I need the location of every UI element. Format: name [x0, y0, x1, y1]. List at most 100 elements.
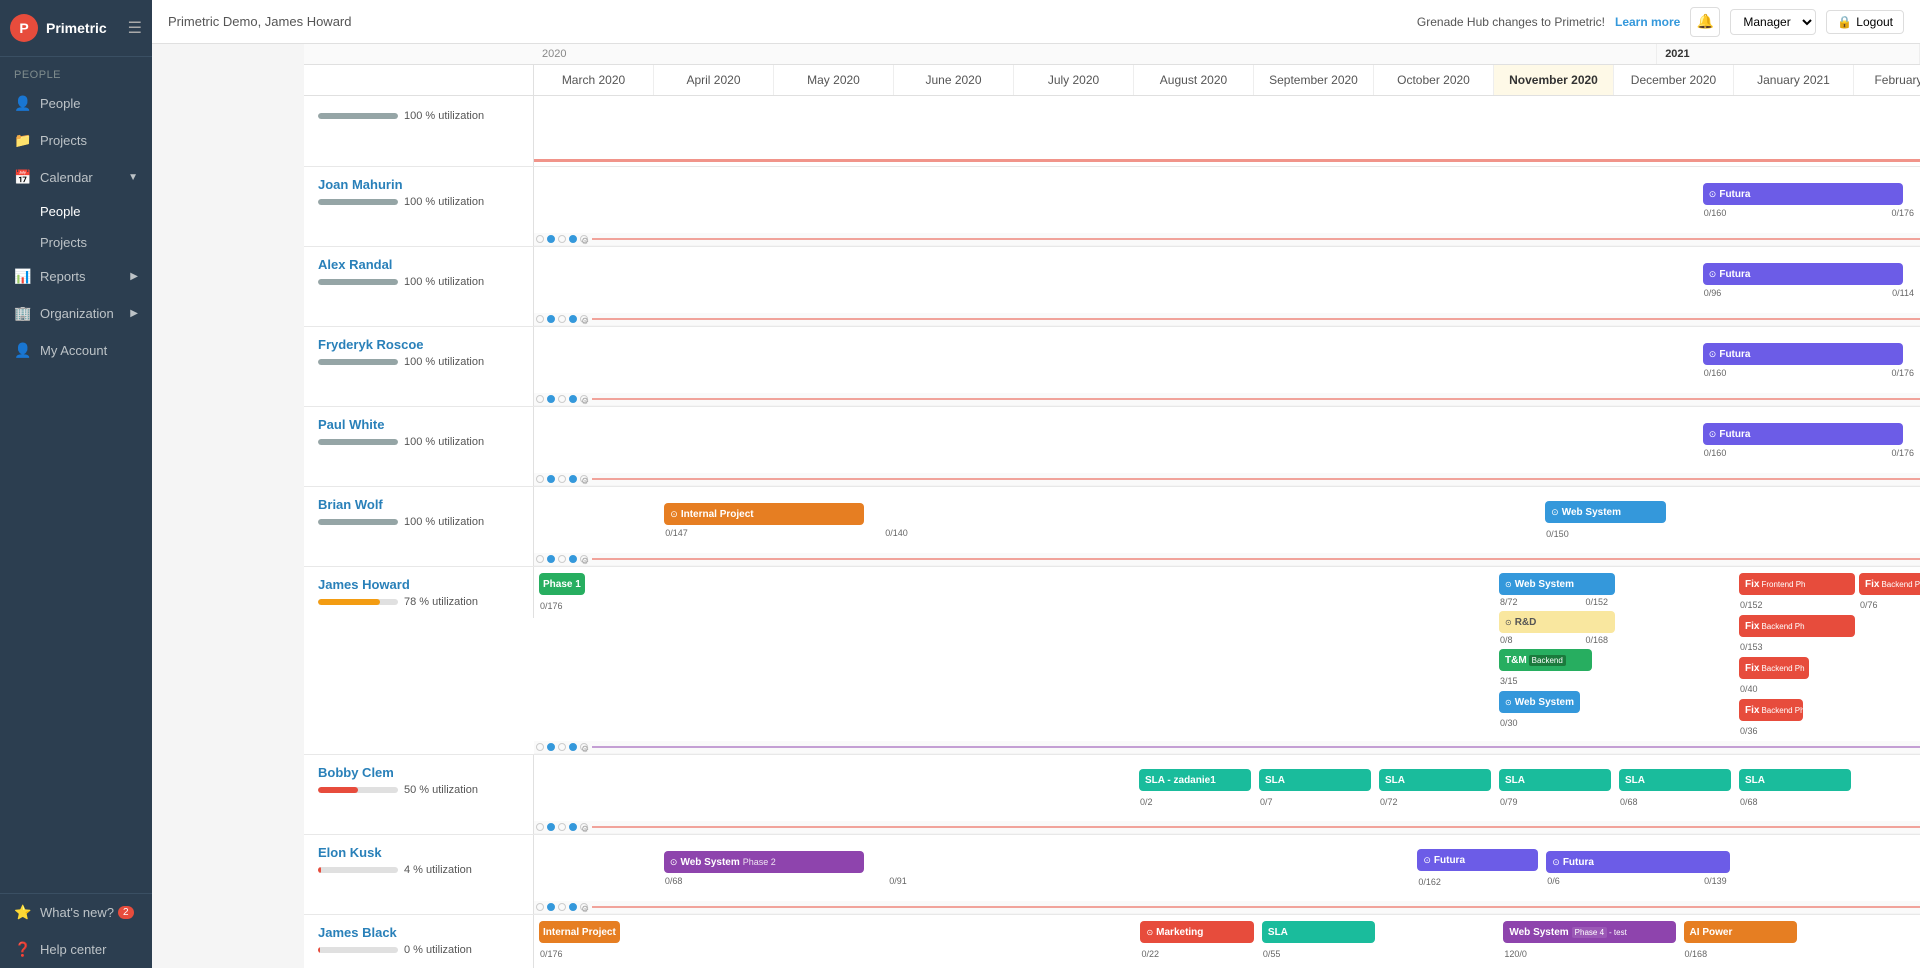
sidebar-item-projects-sub[interactable]: Projects — [0, 227, 152, 258]
organization-arrow-icon: ▶ — [130, 308, 138, 319]
person-row-james-black: James Black 0 % utilization Internal Pro… — [304, 915, 1920, 968]
manager-select[interactable]: Manager — [1730, 9, 1816, 35]
app-name: Primetric — [46, 20, 107, 36]
person-row-scrolled: 100 % utilization — [304, 96, 1920, 167]
person-info-elon-kusk: Elon Kusk 4 % utilization — [304, 835, 534, 914]
bar-brian-internal[interactable]: ⊙ Internal Project — [664, 503, 864, 525]
month-header-nov2020: November 2020 — [1494, 65, 1614, 95]
bar-elon-websystem-phase2[interactable]: ⊙ Web System Phase 2 — [664, 851, 864, 873]
month-header-may2020: May 2020 — [774, 65, 894, 95]
month-header-feb2021: February 2021 — [1854, 65, 1920, 95]
calendar-container: 2020 2021 March 2020 April 2020 May 2020… — [304, 44, 1920, 968]
person-name-james-black[interactable]: James Black — [318, 925, 519, 940]
bar-james-fix-backend4[interactable]: Fix Backend Ph — [1859, 573, 1920, 595]
person-row-alex-randal: Alex Randal 100 % utilization ⊙ Futura — [304, 247, 1920, 327]
bar-james-rd[interactable]: ⊙ R&D — [1499, 611, 1615, 633]
bar-joan-futura[interactable]: ⊙ Futura — [1703, 183, 1903, 205]
sidebar-item-people-sub[interactable]: People — [0, 196, 152, 227]
dot-row-fryderyk: ⚙ — [534, 393, 1920, 406]
help-icon: ❓ — [14, 941, 32, 958]
bar-bobby-sla6[interactable]: SLA — [1739, 769, 1851, 791]
bar-james-tm-backend[interactable]: T&M Backend — [1499, 649, 1592, 671]
whats-new-icon: ⭐ — [14, 904, 32, 921]
hamburger-icon[interactable]: ☰ — [128, 18, 142, 38]
bar-elon-futura2[interactable]: ⊙ Futura — [1546, 851, 1729, 873]
util-text-bobby: 50 % utilization — [404, 784, 478, 796]
timeline-elon: ⊙ Web System Phase 2 0/68 0/91 — [534, 835, 1920, 914]
sidebar-item-reports[interactable]: 📊 Reports ▶ — [0, 258, 152, 295]
bar-jblack-marketing[interactable]: ⊙ Marketing — [1140, 921, 1253, 943]
month-header-dec2020: December 2020 — [1614, 65, 1734, 95]
calendar-icon: 📅 — [14, 169, 32, 186]
util-text-joan: 100 % utilization — [404, 196, 484, 208]
dot-row-brian: ⚙ — [534, 553, 1920, 566]
person-name-bobby-clem[interactable]: Bobby Clem — [318, 765, 519, 780]
util-text-elon: 4 % utilization — [404, 864, 472, 876]
person-name-james-howard[interactable]: James Howard — [318, 577, 519, 592]
sidebar-item-organization[interactable]: 🏢 Organization ▶ — [0, 295, 152, 332]
month-header-mar2020: March 2020 — [534, 65, 654, 95]
sidebar-item-whats-new[interactable]: ⭐ What's new? 2 — [0, 894, 152, 931]
person-info-joan-mahurin: Joan Mahurin 100 % utilization — [304, 167, 534, 246]
bar-james-phase1[interactable]: Phase 1 — [539, 573, 585, 595]
sidebar-item-people[interactable]: 👤 People — [0, 85, 152, 122]
person-name-joan-mahurin[interactable]: Joan Mahurin — [318, 177, 519, 192]
notification-bell-button[interactable]: 🔔 — [1690, 7, 1720, 37]
person-name-brian-wolf[interactable]: Brian Wolf — [318, 497, 519, 512]
util-text-fryderyk: 100 % utilization — [404, 356, 484, 368]
person-info-bobby-clem: Bobby Clem 50 % utilization — [304, 755, 534, 834]
bar-james-fix-backend1[interactable]: Fix Backend Ph — [1739, 615, 1855, 637]
logout-button[interactable]: 🔒 Logout — [1826, 10, 1904, 34]
sidebar-label-projects: Projects — [40, 133, 87, 148]
person-name-alex-randal[interactable]: Alex Randal — [318, 257, 519, 272]
person-info-alex-randal: Alex Randal 100 % utilization — [304, 247, 534, 326]
year-label-row: 2020 2021 — [304, 44, 1920, 65]
timeline-james: Phase 1 0/176 ⊙ Web S — [534, 567, 1920, 754]
util-bar-scrolled: 100 % utilization — [318, 110, 519, 122]
bar-james-fix-backend2[interactable]: Fix Backend Ph — [1739, 657, 1809, 679]
sidebar-item-myaccount[interactable]: 👤 My Account — [0, 332, 152, 369]
bar-elon-futura1[interactable]: ⊙ Futura — [1417, 849, 1538, 871]
learn-more-link[interactable]: Learn more — [1615, 15, 1680, 29]
bar-james-fix-frontend[interactable]: Fix Frontend Ph — [1739, 573, 1855, 595]
bar-jblack-sla[interactable]: SLA — [1262, 921, 1375, 943]
bar-alex-futura[interactable]: ⊙ Futura — [1703, 263, 1903, 285]
bar-bobby-sla3[interactable]: SLA — [1379, 769, 1491, 791]
sidebar-logo: P Primetric ☰ — [0, 0, 152, 57]
bar-jblack-websystem[interactable]: Web System Phase 4 - test — [1503, 921, 1675, 943]
person-name-fryderyk[interactable]: Fryderyk Roscoe — [318, 337, 519, 352]
people-icon: 👤 — [14, 95, 32, 112]
dot-row-elon: ⚙ — [534, 901, 1920, 914]
dot-row-joan: ⚙ — [534, 233, 1920, 246]
bar-bobby-sla2[interactable]: SLA — [1259, 769, 1371, 791]
main-content: 2020 2021 March 2020 April 2020 May 2020… — [304, 44, 1920, 968]
bar-jblack-aipower[interactable]: AI Power — [1684, 921, 1797, 943]
app-logo-icon: P — [10, 14, 38, 42]
timeline-fryderyk: ⊙ Futura 0/160 0/176 ⚙ — [534, 327, 1920, 406]
bar-james-fix-backend3[interactable]: Fix Backend Ph — [1739, 699, 1803, 721]
bar-bobby-sla5[interactable]: SLA — [1619, 769, 1731, 791]
person-name-paul-white[interactable]: Paul White — [318, 417, 519, 432]
dot-row-alex: ⚙ — [534, 313, 1920, 326]
sidebar-item-help[interactable]: ❓ Help center — [0, 931, 152, 968]
person-name-elon-kusk[interactable]: Elon Kusk — [318, 845, 519, 860]
month-header-apr2020: April 2020 — [654, 65, 774, 95]
bar-paul-futura[interactable]: ⊙ Futura — [1703, 423, 1903, 445]
bar-fryderyk-futura[interactable]: ⊙ Futura — [1703, 343, 1903, 365]
bar-bobby-sla1[interactable]: SLA - zadanie1 — [1139, 769, 1251, 791]
sidebar-item-projects[interactable]: 📁 Projects — [0, 122, 152, 159]
bar-brian-websystem[interactable]: ⊙ Web System — [1545, 501, 1666, 523]
bar-bobby-sla4[interactable]: SLA — [1499, 769, 1611, 791]
person-row-elon-kusk: Elon Kusk 4 % utilization ⊙ Web System — [304, 835, 1920, 915]
reports-arrow-icon: ▶ — [130, 271, 138, 282]
bar-james-websystem-nov[interactable]: ⊙ Web System — [1499, 573, 1615, 595]
util-text-alex: 100 % utilization — [404, 276, 484, 288]
person-info-paul-white: Paul White 100 % utilization — [304, 407, 534, 486]
person-info-james-howard: James Howard 78 % utilization — [304, 567, 534, 618]
util-bar-joan: 100 % utilization — [318, 196, 519, 208]
sidebar: P Primetric ☰ People 👤 People 📁 Projects… — [0, 0, 152, 968]
sidebar-label-projects-sub: Projects — [40, 235, 87, 250]
bar-james-websystem2-nov[interactable]: ⊙ Web System — [1499, 691, 1580, 713]
bar-jblack-internal[interactable]: Internal Project — [539, 921, 620, 943]
sidebar-item-calendar[interactable]: 📅 Calendar ▼ — [0, 159, 152, 196]
